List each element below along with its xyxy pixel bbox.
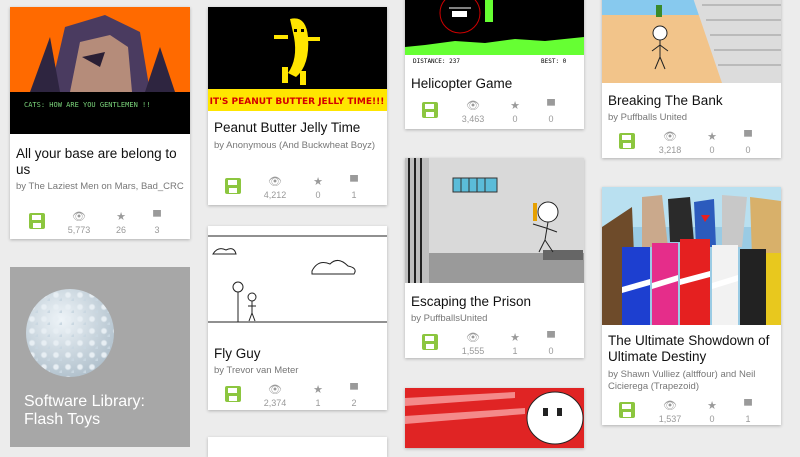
comments-count: 0	[745, 145, 751, 155]
item-card-fly-guy[interactable]: Fly Guy by Trevor van Meter 👁 2,374 ★ 1 ▀ 2	[208, 226, 387, 410]
favorite-star-icon: ★	[510, 100, 520, 112]
favorites-count: 0	[709, 145, 715, 155]
views-count: 2,374	[263, 398, 287, 408]
views-icon: 👁	[663, 400, 677, 412]
save-icon[interactable]	[224, 177, 242, 195]
comments-count: 1	[351, 190, 357, 200]
comments-count: 3	[154, 225, 160, 235]
views-count: 4,212	[263, 190, 287, 200]
save-icon[interactable]	[618, 401, 636, 419]
item-title[interactable]: Breaking The Bank	[608, 93, 775, 109]
views-count: 1,555	[461, 346, 485, 356]
thumb-caption: CATS: HOW ARE YOU GENTLEMEN !!	[24, 101, 150, 109]
thumbnail-escaping-the-prison[interactable]	[405, 158, 584, 283]
favorite-star-icon: ★	[707, 131, 717, 143]
item-author: by Anonymous (And Buckwheat Boyz)	[214, 140, 376, 151]
views-count: 5,773	[67, 225, 91, 235]
item-title[interactable]: Helicopter Game	[411, 76, 578, 92]
comment-icon: ▀	[744, 131, 752, 143]
favorite-star-icon: ★	[116, 211, 126, 223]
hud-best: BEST: 0	[541, 58, 567, 65]
item-card-ultimate-showdown[interactable]: The Ultimate Showdown of Ultimate Destin…	[602, 187, 781, 425]
item-card-all-your-base[interactable]: CATS: HOW ARE YOU GENTLEMEN !! All your …	[10, 7, 190, 239]
item-card-helicopter-game[interactable]: DISTANCE: 237 BEST: 0 Helicopter Game 👁 3…	[405, 0, 584, 129]
save-icon[interactable]	[28, 212, 46, 230]
item-card-escaping-the-prison[interactable]: Escaping the Prison by PuffballsUnited 👁…	[405, 158, 584, 358]
comment-icon: ▀	[350, 176, 358, 188]
save-icon[interactable]	[618, 132, 636, 150]
item-card-partial[interactable]	[208, 437, 387, 457]
favorites-count: 0	[709, 414, 715, 424]
comment-icon: ▀	[547, 332, 555, 344]
save-icon[interactable]	[421, 333, 439, 351]
item-author: by Trevor van Meter	[214, 365, 299, 376]
comments-count: 0	[548, 346, 554, 356]
item-title[interactable]: Escaping the Prison	[411, 294, 578, 310]
item-card-partial-red[interactable]	[405, 388, 584, 448]
comments-count: 1	[745, 414, 751, 424]
item-author: by Shawn Vulliez (altffour) and Neil Cic…	[608, 369, 756, 392]
views-icon: 👁	[268, 176, 282, 188]
item-card-breaking-the-bank[interactable]: Breaking The Bank by Puffballs United 👁 3…	[602, 0, 781, 158]
thumbnail-helicopter-game[interactable]: DISTANCE: 237 BEST: 0	[405, 0, 584, 65]
favorites-count: 0	[315, 190, 321, 200]
comments-count: 0	[548, 114, 554, 124]
thumbnail-fly-guy[interactable]	[208, 226, 387, 333]
favorite-star-icon: ★	[707, 400, 717, 412]
item-title[interactable]: Fly Guy	[214, 346, 381, 362]
favorites-count: 1	[512, 346, 518, 356]
views-icon: 👁	[663, 131, 677, 143]
favorites-count: 26	[115, 225, 126, 235]
item-title[interactable]: All your base are belong to us	[16, 146, 184, 178]
thumbnail-all-your-base[interactable]: CATS: HOW ARE YOU GENTLEMEN !!	[10, 7, 190, 134]
favorite-star-icon: ★	[313, 384, 323, 396]
item-card-peanut-butter-jelly-time[interactable]: IT'S PEANUT BUTTER JELLY TIME!!! Peanut …	[208, 7, 387, 205]
item-author: by The Laziest Men on Mars, Bad_CRC	[16, 181, 184, 192]
favorite-star-icon: ★	[313, 176, 323, 188]
library-logo-icon	[26, 289, 114, 377]
views-icon: 👁	[466, 100, 480, 112]
views-icon: 👁	[72, 211, 86, 223]
views-icon: 👁	[466, 332, 480, 344]
comment-icon: ▀	[350, 384, 358, 396]
library-title[interactable]: Software Library: Flash Toys	[24, 393, 184, 429]
comment-icon: ▀	[547, 100, 555, 112]
comment-icon: ▀	[744, 400, 752, 412]
item-title[interactable]: The Ultimate Showdown of Ultimate Destin…	[608, 333, 775, 365]
views-count: 1,537	[658, 414, 682, 424]
favorites-count: 0	[512, 114, 518, 124]
favorites-count: 1	[315, 398, 321, 408]
favorite-star-icon: ★	[510, 332, 520, 344]
save-icon[interactable]	[224, 385, 242, 403]
views-icon: 👁	[268, 384, 282, 396]
thumbnail-partial-red[interactable]	[405, 388, 584, 448]
software-library-flash-toys-card[interactable]: Software Library: Flash Toys	[10, 267, 190, 447]
hud-distance: DISTANCE: 237	[413, 58, 460, 65]
thumb-caption: IT'S PEANUT BUTTER JELLY TIME!!!	[210, 97, 385, 107]
item-title[interactable]: Peanut Butter Jelly Time	[214, 120, 381, 136]
thumbnail-peanut-butter-jelly-time[interactable]: IT'S PEANUT BUTTER JELLY TIME!!!	[208, 7, 387, 111]
views-count: 3,218	[658, 145, 682, 155]
comment-icon: ▀	[153, 211, 161, 223]
item-author: by PuffballsUnited	[411, 313, 488, 324]
save-icon[interactable]	[421, 101, 439, 119]
thumbnail-ultimate-showdown[interactable]	[602, 187, 781, 325]
views-count: 3,463	[461, 114, 485, 124]
thumbnail-breaking-the-bank[interactable]	[602, 0, 781, 83]
comments-count: 2	[351, 398, 357, 408]
item-author: by Puffballs United	[608, 112, 688, 123]
